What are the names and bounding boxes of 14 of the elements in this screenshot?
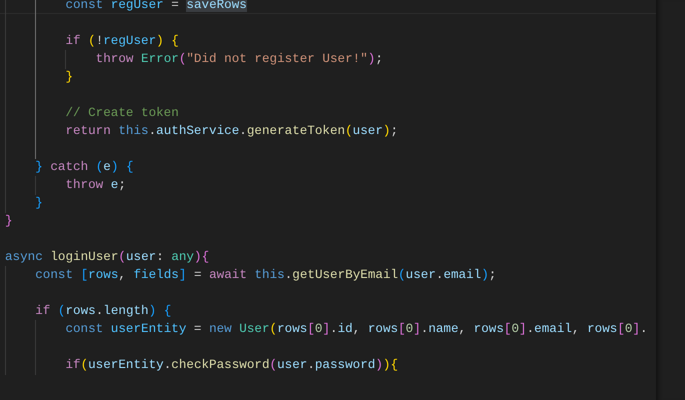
code-line: const [rows, fields] = await this.getUserByEmail(user.email);	[35, 268, 496, 282]
code-line: if (!regUser) {	[65, 34, 179, 48]
code-line: } catch (e) {	[35, 160, 134, 174]
code-line: if(userEntity.checkPassword(user.password)){	[65, 358, 398, 372]
code-line: }	[5, 214, 13, 228]
code-line: throw e;	[65, 178, 126, 192]
code-line: async loginUser(user: any){	[5, 250, 210, 264]
code-line: }	[35, 196, 43, 210]
code-line: const userEntity = new User(rows[0].id, rows[0].name, rows[0].email, rows[0].	[65, 322, 648, 336]
code-comment: // Create token	[65, 106, 179, 120]
code-line: if (rows.length) {	[35, 304, 172, 318]
code-line: }	[65, 70, 73, 84]
code-line: return this.authService.generateToken(user);	[65, 124, 398, 138]
code-line: throw Error("Did not register User!");	[96, 52, 383, 66]
